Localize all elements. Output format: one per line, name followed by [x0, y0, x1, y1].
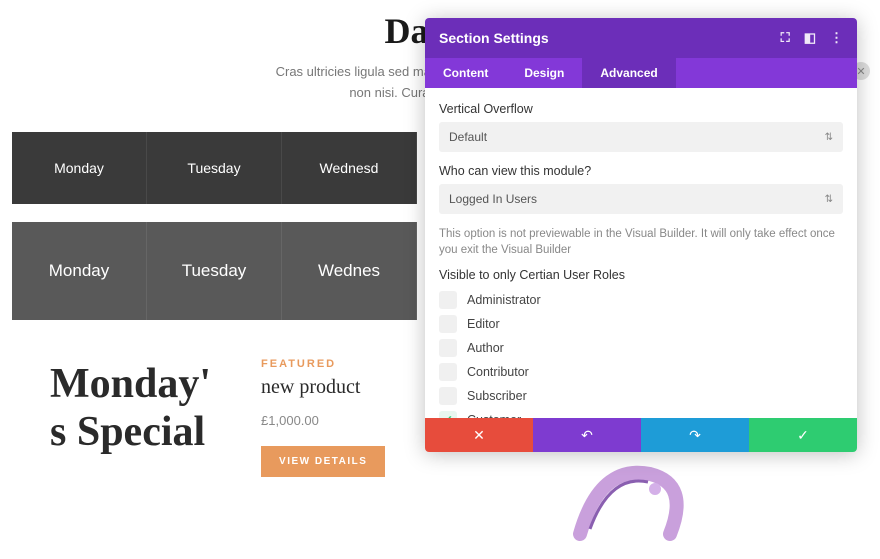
- checkbox-icon[interactable]: [439, 291, 457, 309]
- roles-label: Visible to only Certian User Roles: [439, 268, 843, 282]
- check-icon: ✓: [797, 427, 809, 444]
- redo-button[interactable]: ↷: [641, 418, 749, 452]
- role-label: Author: [467, 341, 504, 355]
- product-name: new product: [261, 376, 385, 399]
- panel-title: Section Settings: [439, 30, 549, 46]
- special-title-line1: Monday': [50, 360, 211, 408]
- redo-icon: ↷: [689, 427, 701, 444]
- tab-tuesday-grey[interactable]: Tuesday: [147, 222, 282, 320]
- role-subscriber[interactable]: Subscriber: [439, 384, 843, 408]
- settings-panel: Section Settings ⛶ ◧ ⋮ Content Design Ad…: [425, 18, 857, 452]
- vertical-overflow-select[interactable]: Default: [439, 122, 843, 152]
- view-details-button[interactable]: VIEW DETAILS: [261, 446, 385, 477]
- visibility-note: This option is not previewable in the Vi…: [439, 226, 843, 258]
- roles-list: Administrator Editor Author Contributor …: [439, 288, 843, 418]
- tab-wednesday-grey[interactable]: Wednes: [282, 222, 417, 320]
- tab-design[interactable]: Design: [506, 58, 582, 88]
- role-label: Subscriber: [467, 389, 527, 403]
- vertical-overflow-value: Default: [449, 130, 487, 144]
- featured-tag: FEATURED: [261, 358, 385, 370]
- save-button[interactable]: ✓: [749, 418, 857, 452]
- menu-icon[interactable]: ⋮: [830, 30, 843, 46]
- vertical-overflow-label: Vertical Overflow: [439, 102, 843, 116]
- checkbox-checked-icon[interactable]: [439, 411, 457, 418]
- panel-tabs: Content Design Advanced: [425, 58, 857, 88]
- checkbox-icon[interactable]: [439, 387, 457, 405]
- panel-footer: ✕ ↶ ↷ ✓: [425, 418, 857, 452]
- product-price: £1,000.00: [261, 413, 385, 428]
- tab-monday-grey[interactable]: Monday: [12, 222, 147, 320]
- expand-icon[interactable]: ⛶: [781, 30, 790, 46]
- cancel-button[interactable]: ✕: [425, 418, 533, 452]
- role-administrator[interactable]: Administrator: [439, 288, 843, 312]
- tab-wednesday[interactable]: Wednesd: [282, 132, 417, 204]
- panel-header[interactable]: Section Settings ⛶ ◧ ⋮: [425, 18, 857, 58]
- close-icon: ✕: [856, 65, 865, 78]
- tab-advanced[interactable]: Advanced: [582, 58, 675, 88]
- panel-header-actions: ⛶ ◧ ⋮: [781, 30, 843, 46]
- visibility-select[interactable]: Logged In Users: [439, 184, 843, 214]
- checkbox-icon[interactable]: [439, 339, 457, 357]
- undo-button[interactable]: ↶: [533, 418, 641, 452]
- illustration: [560, 444, 700, 554]
- tab-monday[interactable]: Monday: [12, 132, 147, 204]
- visibility-label: Who can view this module?: [439, 164, 843, 178]
- product-column: FEATURED new product £1,000.00 VIEW DETA…: [261, 358, 385, 477]
- visibility-value: Logged In Users: [449, 192, 537, 206]
- role-contributor[interactable]: Contributor: [439, 360, 843, 384]
- tab-tuesday[interactable]: Tuesday: [147, 132, 282, 204]
- role-label: Editor: [467, 317, 500, 331]
- role-editor[interactable]: Editor: [439, 312, 843, 336]
- role-label: Administrator: [467, 293, 541, 307]
- role-label: Contributor: [467, 365, 529, 379]
- role-author[interactable]: Author: [439, 336, 843, 360]
- checkbox-icon[interactable]: [439, 315, 457, 333]
- undo-icon: ↶: [581, 427, 593, 444]
- tab-content[interactable]: Content: [425, 58, 506, 88]
- special-title-line2: s Special: [50, 408, 211, 456]
- special-title-block: Monday' s Special: [50, 360, 211, 477]
- role-customer[interactable]: Customer: [439, 408, 843, 418]
- panel-body: Vertical Overflow Default Who can view t…: [425, 88, 857, 418]
- snap-icon[interactable]: ◧: [804, 30, 816, 46]
- close-icon: ✕: [473, 427, 485, 444]
- checkbox-icon[interactable]: [439, 363, 457, 381]
